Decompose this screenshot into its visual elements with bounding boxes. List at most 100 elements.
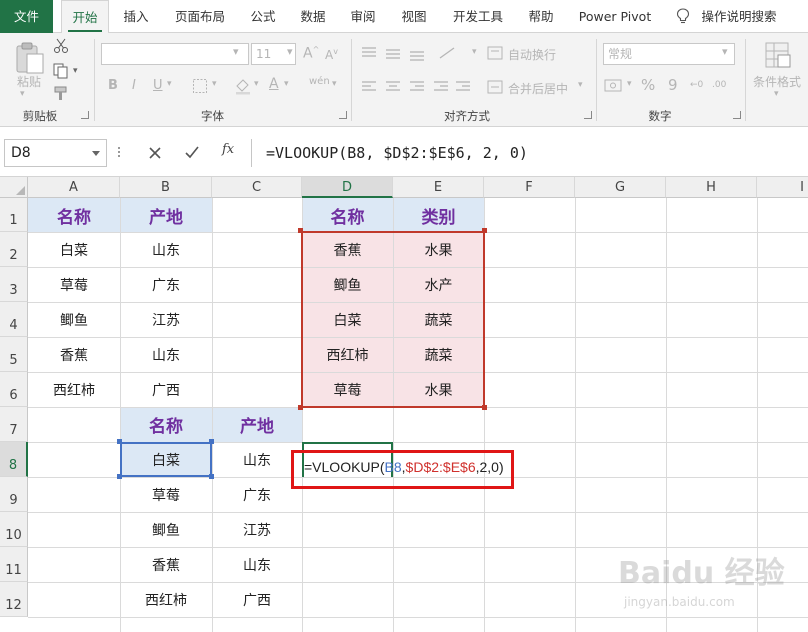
tab-power-pivot[interactable]: Power Pivot	[572, 0, 658, 33]
tab-help[interactable]: 帮助	[522, 0, 560, 33]
table1-cell[interactable]: 广东	[120, 267, 212, 302]
table1-cell[interactable]: 白菜	[28, 232, 120, 267]
enter-icon[interactable]	[185, 146, 199, 159]
column-header-e[interactable]: E	[393, 177, 484, 198]
cut-icon[interactable]	[53, 38, 69, 54]
row-header-12[interactable]: 12	[0, 582, 28, 617]
italic-button[interactable]: I	[132, 78, 136, 93]
insert-function-icon[interactable]: fx	[222, 142, 234, 157]
tab-review[interactable]: 审阅	[343, 0, 383, 33]
table1-cell[interactable]: 西红柿	[28, 372, 120, 407]
number-format-select[interactable]: 常规	[603, 43, 735, 65]
table1-header-cell[interactable]: 产地	[120, 198, 212, 232]
accounting-dropdown-icon[interactable]: ▾	[627, 79, 632, 89]
table1-cell[interactable]: 广西	[120, 372, 212, 407]
accounting-format-icon[interactable]	[604, 77, 624, 95]
fill-color-dropdown-icon[interactable]: ▾	[254, 79, 259, 89]
tab-file[interactable]: 文件	[0, 0, 53, 33]
font-launcher-icon[interactable]	[339, 111, 347, 119]
table3-cell[interactable]: 山东	[212, 442, 302, 477]
underline-dropdown-icon[interactable]: ▾	[167, 79, 172, 89]
range-resize-handle[interactable]	[298, 405, 303, 410]
percent-button[interactable]: %	[641, 76, 655, 94]
table2-header-cell[interactable]: 类别	[393, 198, 484, 232]
table1-cell[interactable]: 草莓	[28, 267, 120, 302]
tell-me-search[interactable]: 操作说明搜索	[697, 0, 781, 33]
row-header-3[interactable]: 3	[0, 267, 28, 302]
alignment-launcher-icon[interactable]	[584, 111, 592, 119]
phonetic-dropdown-icon[interactable]: ▾	[332, 79, 337, 89]
table3-cell[interactable]: 鲫鱼	[120, 512, 212, 547]
clipboard-launcher-icon[interactable]	[81, 111, 89, 119]
tab-developer[interactable]: 开发工具	[444, 0, 512, 33]
phonetic-icon[interactable]: wén	[309, 76, 330, 87]
formula-bar-grip-icon[interactable]	[118, 145, 122, 161]
column-header-a[interactable]: A	[28, 177, 120, 198]
tab-formulas[interactable]: 公式	[243, 0, 283, 33]
wrap-text-icon[interactable]	[487, 46, 503, 60]
row-header-7[interactable]: 7	[0, 407, 28, 442]
copy-dropdown-icon[interactable]: ▾	[73, 66, 78, 76]
table3-header-cell[interactable]: 产地	[212, 407, 302, 442]
row-header-8[interactable]: 8	[0, 442, 28, 477]
formula-input[interactable]: =VLOOKUP(B8, $D$2:$E$6, 2, 0)	[251, 139, 808, 167]
column-header-b[interactable]: B	[120, 177, 212, 198]
tab-view[interactable]: 视图	[394, 0, 434, 33]
row-header-10[interactable]: 10	[0, 512, 28, 547]
font-color-dropdown-icon[interactable]: ▾	[284, 79, 289, 89]
tab-insert[interactable]: 插入	[115, 0, 157, 33]
table3-cell[interactable]: 西红柿	[120, 582, 212, 617]
row-header-1[interactable]: 1	[0, 198, 28, 232]
border-dropdown-icon[interactable]: ▾	[212, 79, 217, 89]
increase-decimal-icon[interactable]: ←0	[690, 80, 703, 90]
column-header-i[interactable]: I	[757, 177, 808, 198]
conditional-format-button[interactable]: 条件格式	[753, 73, 801, 90]
table3-cell[interactable]: 广东	[212, 477, 302, 512]
table2-header-cell[interactable]: 名称	[302, 198, 393, 232]
format-painter-icon[interactable]	[53, 85, 69, 101]
merge-dropdown-icon[interactable]: ▾	[578, 80, 583, 90]
table1-cell[interactable]: 山东	[120, 232, 212, 267]
row-header-9[interactable]: 9	[0, 477, 28, 512]
reference-resize-handle[interactable]	[209, 474, 214, 479]
font-color-icon[interactable]: A	[269, 76, 279, 92]
paste-dropdown-icon[interactable]: ▾	[20, 89, 25, 99]
column-header-h[interactable]: H	[666, 177, 757, 198]
orientation-dropdown-icon[interactable]: ▾	[472, 47, 477, 57]
tab-page-layout[interactable]: 页面布局	[167, 0, 233, 33]
table3-cell[interactable]: 广西	[212, 582, 302, 617]
reference-resize-handle[interactable]	[117, 439, 122, 444]
vertical-align-icons[interactable]	[360, 45, 470, 61]
conditional-format-icon[interactable]	[764, 41, 792, 71]
cell-edit-formula[interactable]: =VLOOKUP(B8,$D$2:$E$6,2,0)	[304, 459, 504, 475]
merge-center-button[interactable]: 合并后居中	[508, 80, 568, 97]
table1-cell[interactable]: 香蕉	[28, 337, 120, 372]
tab-data[interactable]: 数据	[293, 0, 333, 33]
table3-cell[interactable]: 江苏	[212, 512, 302, 547]
border-icon[interactable]	[192, 78, 208, 94]
column-header-d[interactable]: D	[302, 177, 393, 198]
number-format-dropdown-icon[interactable]: ▾	[722, 45, 728, 58]
row-header-5[interactable]: 5	[0, 337, 28, 372]
range-resize-handle[interactable]	[298, 228, 303, 233]
column-header-c[interactable]: C	[212, 177, 302, 198]
table3-cell[interactable]: 草莓	[120, 477, 212, 512]
row-header-4[interactable]: 4	[0, 302, 28, 337]
table1-cell[interactable]: 山东	[120, 337, 212, 372]
table3-header-cell[interactable]: 名称	[120, 407, 212, 442]
tab-home[interactable]: 开始	[61, 0, 109, 34]
reference-resize-handle[interactable]	[117, 474, 122, 479]
decrease-decimal-icon[interactable]: .00	[712, 80, 726, 90]
horizontal-align-icons[interactable]	[360, 79, 470, 95]
table3-cell[interactable]: 香蕉	[120, 547, 212, 582]
decrease-font-icon[interactable]: Av	[325, 47, 338, 62]
merge-center-icon[interactable]	[487, 80, 503, 94]
column-header-g[interactable]: G	[575, 177, 666, 198]
font-name-select[interactable]	[101, 43, 249, 65]
name-box-dropdown-icon[interactable]	[92, 151, 100, 156]
wrap-text-button[interactable]: 自动换行	[508, 46, 556, 63]
fill-color-icon[interactable]	[234, 77, 252, 95]
row-header-11[interactable]: 11	[0, 547, 28, 582]
row-header-2[interactable]: 2	[0, 232, 28, 267]
bold-button[interactable]: B	[108, 78, 118, 93]
